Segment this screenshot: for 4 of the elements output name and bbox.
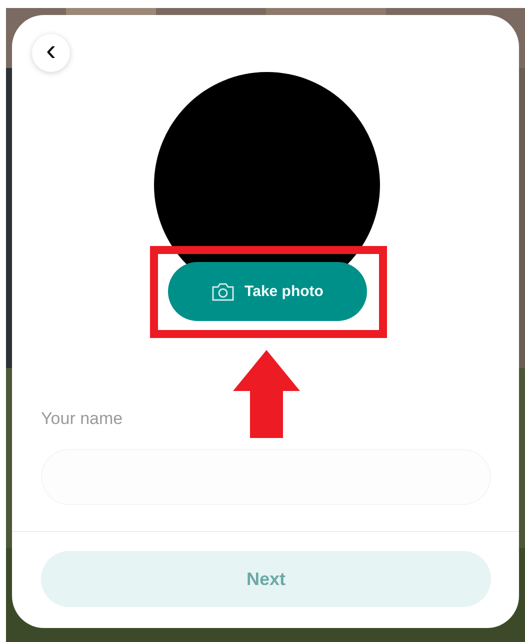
- take-photo-button[interactable]: Take photo: [168, 262, 366, 321]
- back-button[interactable]: ‹: [32, 34, 70, 72]
- camera-icon: [210, 282, 235, 302]
- field-label: Your name: [41, 409, 123, 429]
